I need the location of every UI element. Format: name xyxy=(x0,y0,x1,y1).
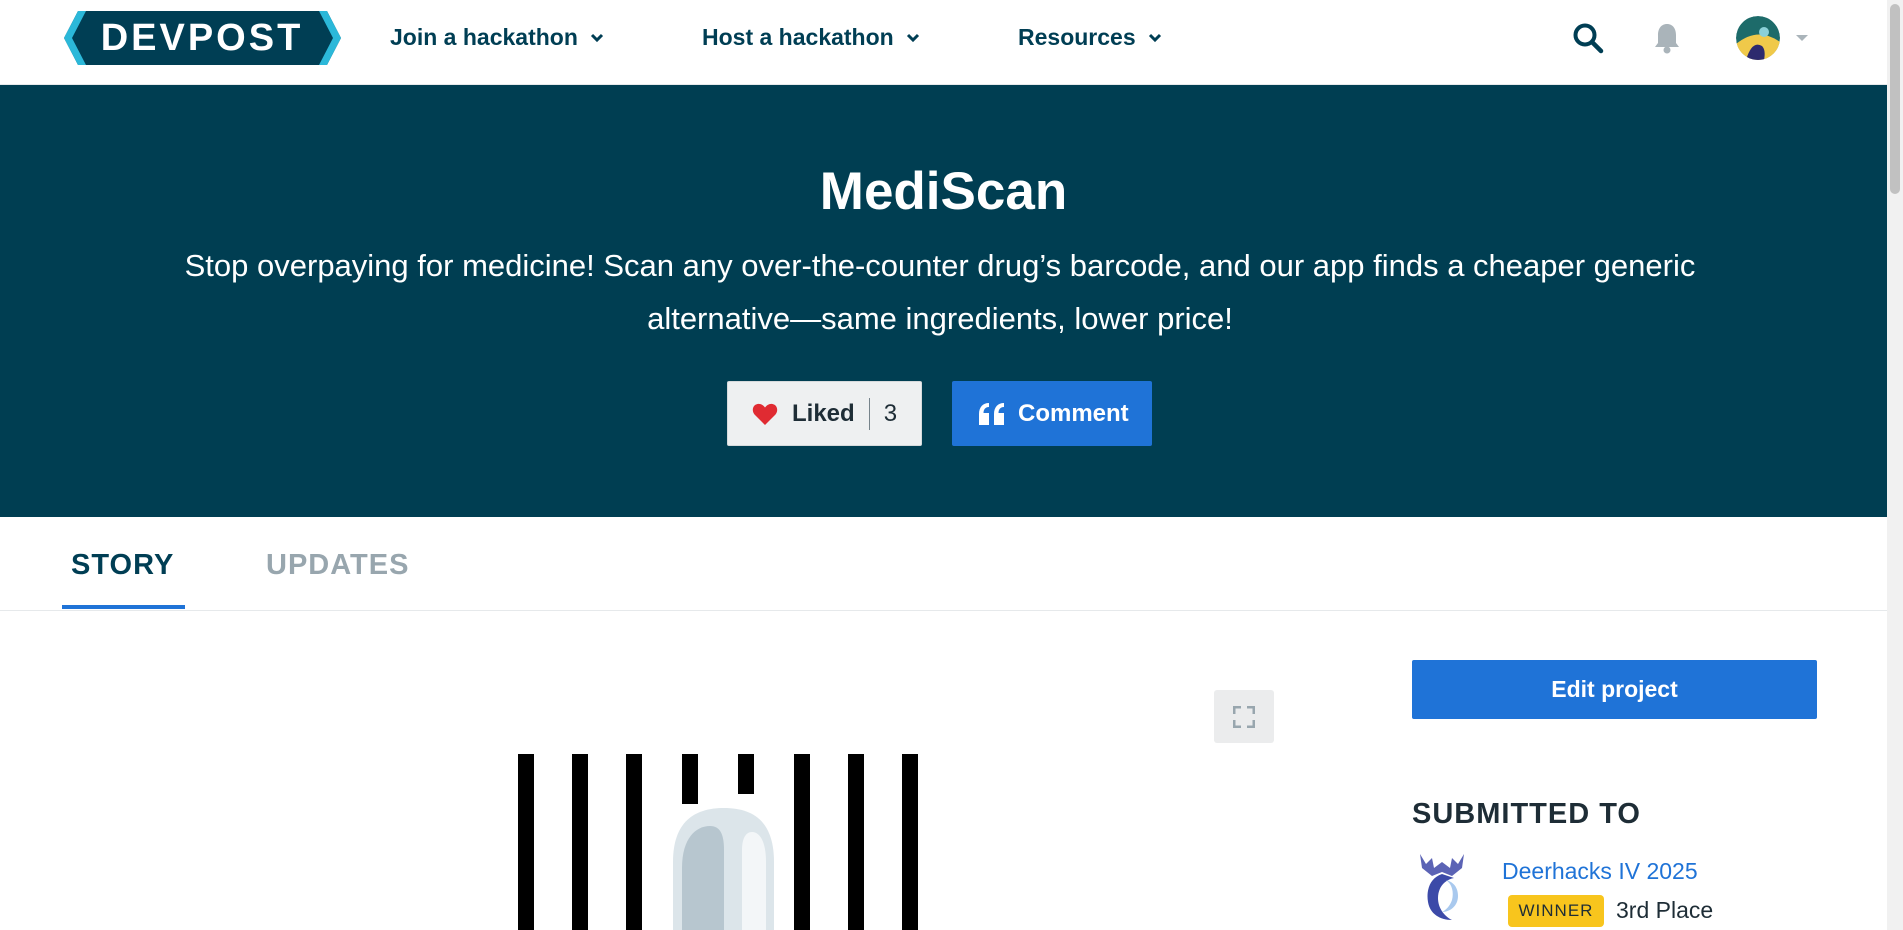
caret-down-icon[interactable] xyxy=(1794,33,1810,43)
like-button[interactable]: Liked 3 xyxy=(727,381,922,446)
logo-text: DEVPOST xyxy=(101,17,304,59)
chevron-down-icon xyxy=(1148,33,1161,42)
expand-icon xyxy=(1233,705,1255,728)
winner-badge: WINNER xyxy=(1508,895,1604,927)
nav-host-hackathon[interactable]: Host a hackathon xyxy=(702,24,922,51)
search-icon[interactable] xyxy=(1572,22,1604,54)
scrollbar-thumb[interactable] xyxy=(1890,4,1900,194)
prize-place: 3rd Place xyxy=(1616,897,1714,923)
like-divider xyxy=(868,397,870,430)
comment-label: Comment xyxy=(1018,399,1129,427)
like-count: 3 xyxy=(883,399,898,427)
top-navbar: DEVPOST Join a hackathon Host a hackatho… xyxy=(0,0,1887,85)
nav-resources-label: Resources xyxy=(1018,24,1136,50)
tab-updates[interactable]: UPDATES xyxy=(266,549,409,582)
comment-button[interactable]: Comment xyxy=(952,381,1152,446)
nav-join-hackathon[interactable]: Join a hackathon xyxy=(390,24,606,51)
active-tab-indicator xyxy=(62,605,185,609)
quote-icon xyxy=(979,402,1004,425)
submitted-to-heading: SUBMITTED TO xyxy=(1412,798,1641,830)
heart-icon xyxy=(752,403,778,425)
deerhacks-logo[interactable] xyxy=(1412,850,1472,922)
user-avatar[interactable] xyxy=(1736,16,1780,60)
project-hero: MediScan Stop overpaying for medicine! S… xyxy=(0,85,1887,517)
nav-resources[interactable]: Resources xyxy=(1018,24,1164,51)
chevron-down-icon xyxy=(906,33,919,42)
project-tabs: STORY UPDATES xyxy=(0,517,1887,611)
hackathon-link[interactable]: Deerhacks IV 2025 xyxy=(1502,858,1698,885)
bell-icon[interactable] xyxy=(1652,21,1682,55)
page-scrollbar[interactable] xyxy=(1887,0,1903,930)
tab-story[interactable]: STORY xyxy=(71,549,174,582)
project-image xyxy=(510,750,930,930)
nav-join-label: Join a hackathon xyxy=(390,24,578,50)
devpost-logo[interactable]: DEVPOST xyxy=(64,11,341,65)
like-label: Liked xyxy=(792,399,855,427)
project-title: MediScan xyxy=(819,162,1068,221)
project-tagline: Stop overpaying for medicine! Scan any o… xyxy=(184,248,1696,336)
nav-host-label: Host a hackathon xyxy=(702,24,894,50)
chevron-down-icon xyxy=(590,33,603,42)
fullscreen-button[interactable] xyxy=(1214,690,1274,743)
edit-project-button[interactable]: Edit project xyxy=(1412,660,1817,719)
